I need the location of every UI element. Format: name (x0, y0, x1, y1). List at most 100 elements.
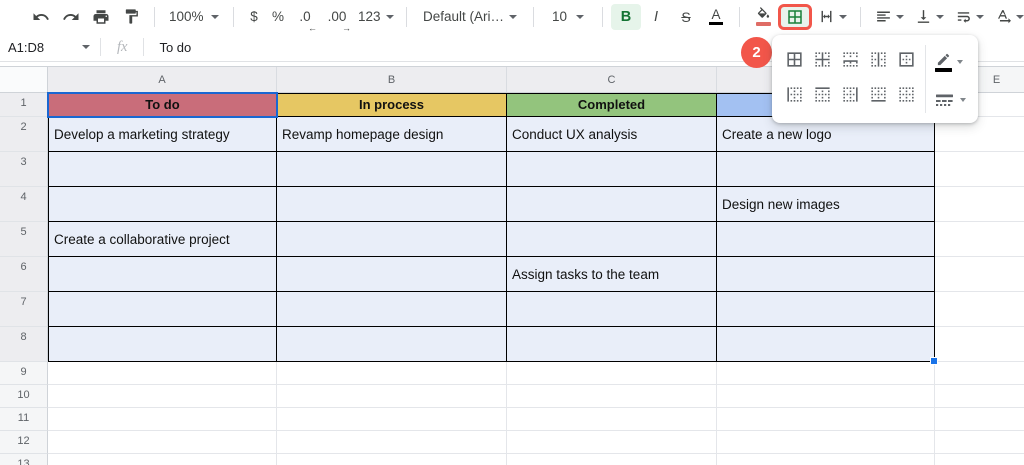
text-wrap-button[interactable] (949, 4, 989, 30)
cell-E12[interactable] (935, 431, 1024, 454)
cell-E7[interactable] (935, 292, 1024, 327)
cell-A6[interactable] (48, 257, 277, 292)
print-button[interactable] (86, 4, 116, 30)
cell-E4[interactable] (935, 187, 1024, 222)
row-header-13[interactable]: 13 (0, 454, 48, 465)
cell-E6[interactable] (935, 257, 1024, 292)
row-header-7[interactable]: 7 (0, 292, 48, 327)
row-header-5[interactable]: 5 (0, 222, 48, 257)
bold-button[interactable]: B (611, 4, 641, 30)
border-all-button[interactable] (781, 47, 807, 73)
border-color-button[interactable] (935, 52, 966, 72)
redo-button[interactable] (56, 4, 86, 30)
cell-A13[interactable] (48, 454, 277, 465)
name-box[interactable]: A1:D8 (0, 33, 100, 61)
undo-button[interactable] (26, 4, 56, 30)
format-percent-button[interactable]: % (266, 4, 290, 30)
cell-D9[interactable] (717, 362, 935, 385)
cell-A2[interactable]: Develop a marketing strategy (48, 117, 277, 152)
cell-B9[interactable] (277, 362, 507, 385)
font-size-select[interactable]: 10 (542, 4, 594, 30)
column-header-B[interactable]: B (277, 67, 507, 92)
cell-A10[interactable] (48, 385, 277, 408)
cell-C11[interactable] (507, 408, 717, 431)
zoom-select[interactable]: 100% (163, 4, 225, 30)
cell-C12[interactable] (507, 431, 717, 454)
cell-B4[interactable] (277, 187, 507, 222)
cell-D8[interactable] (717, 327, 935, 362)
cell-A3[interactable] (48, 152, 277, 187)
cell-A11[interactable] (48, 408, 277, 431)
row-header-9[interactable]: 9 (0, 362, 48, 385)
cell-C4[interactable] (507, 187, 717, 222)
cell-B7[interactable] (277, 292, 507, 327)
paint-format-button[interactable] (116, 4, 146, 30)
select-all-corner[interactable] (0, 67, 48, 92)
cell-E5[interactable] (935, 222, 1024, 257)
text-rotation-button[interactable] (989, 4, 1024, 30)
border-top-button[interactable] (809, 82, 835, 108)
cell-D6[interactable] (717, 257, 935, 292)
fill-handle[interactable] (930, 357, 938, 365)
cell-D10[interactable] (717, 385, 935, 408)
merge-cells-button[interactable] (812, 4, 852, 30)
cell-C2[interactable]: Conduct UX analysis (507, 117, 717, 152)
row-header-2[interactable]: 2 (0, 117, 48, 152)
cell-D12[interactable] (717, 431, 935, 454)
row-header-4[interactable]: 4 (0, 187, 48, 222)
font-select[interactable]: Default (Ari… (415, 4, 525, 30)
border-inner-button[interactable] (809, 47, 835, 73)
row-header-3[interactable]: 3 (0, 152, 48, 187)
cell-A9[interactable] (48, 362, 277, 385)
cell-D7[interactable] (717, 292, 935, 327)
cell-B3[interactable] (277, 152, 507, 187)
cell-B10[interactable] (277, 385, 507, 408)
cell-E9[interactable] (935, 362, 1024, 385)
fill-color-button[interactable] (748, 4, 778, 30)
cell-C9[interactable] (507, 362, 717, 385)
border-horizontal-button[interactable] (837, 47, 863, 73)
cell-C3[interactable] (507, 152, 717, 187)
cell-D3[interactable] (717, 152, 935, 187)
column-header-C[interactable]: C (507, 67, 717, 92)
cell-B11[interactable] (277, 408, 507, 431)
cell-A12[interactable] (48, 431, 277, 454)
format-currency-button[interactable]: $ (242, 4, 266, 30)
border-bottom-button[interactable] (865, 82, 891, 108)
border-outer-button[interactable] (893, 47, 919, 73)
row-header-11[interactable]: 11 (0, 408, 48, 431)
cell-B5[interactable] (277, 222, 507, 257)
cell-A1[interactable]: To do (48, 93, 277, 117)
border-style-button[interactable] (935, 93, 966, 107)
cell-A8[interactable] (48, 327, 277, 362)
cell-C6[interactable]: Assign tasks to the team (507, 257, 717, 292)
cell-E11[interactable] (935, 408, 1024, 431)
cell-E3[interactable] (935, 152, 1024, 187)
cell-B2[interactable]: Revamp homepage design (277, 117, 507, 152)
cell-C7[interactable] (507, 292, 717, 327)
border-right-button[interactable] (837, 82, 863, 108)
row-header-12[interactable]: 12 (0, 431, 48, 454)
italic-button[interactable]: I (641, 4, 671, 30)
row-header-10[interactable]: 10 (0, 385, 48, 408)
cell-B8[interactable] (277, 327, 507, 362)
cell-A4[interactable] (48, 187, 277, 222)
cell-D11[interactable] (717, 408, 935, 431)
border-clear-button[interactable] (893, 82, 919, 108)
cell-C5[interactable] (507, 222, 717, 257)
cell-B1[interactable]: In process (277, 93, 507, 117)
borders-button[interactable] (778, 4, 812, 30)
cell-C8[interactable] (507, 327, 717, 362)
cell-D5[interactable] (717, 222, 935, 257)
vertical-align-button[interactable] (909, 4, 949, 30)
cell-C10[interactable] (507, 385, 717, 408)
row-header-8[interactable]: 8 (0, 327, 48, 362)
row-header-6[interactable]: 6 (0, 257, 48, 292)
text-color-button[interactable]: A (701, 4, 731, 30)
border-left-button[interactable] (781, 82, 807, 108)
row-header-1[interactable]: 1 (0, 93, 48, 117)
cell-A5[interactable]: Create a collaborative project (48, 222, 277, 257)
cell-B12[interactable] (277, 431, 507, 454)
cell-E13[interactable] (935, 454, 1024, 465)
cell-C13[interactable] (507, 454, 717, 465)
